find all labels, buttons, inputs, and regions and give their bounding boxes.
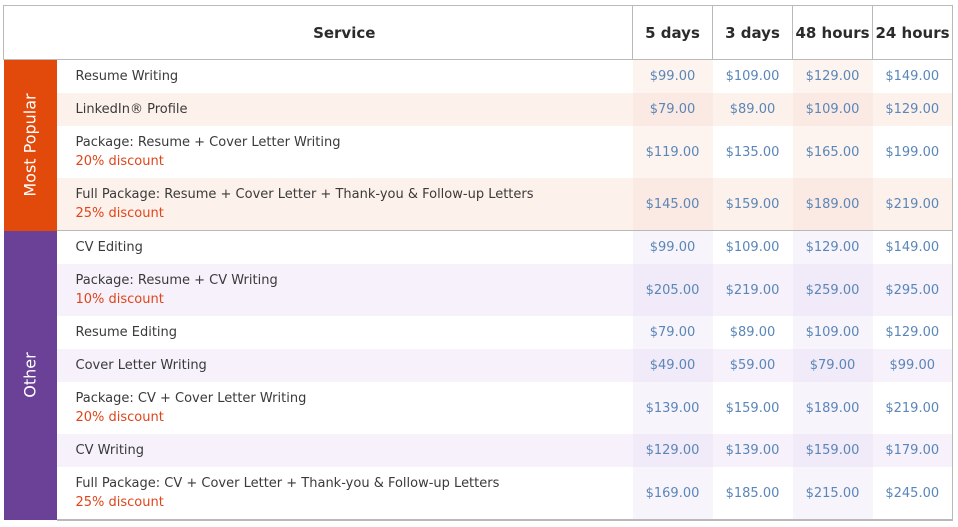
service-name: CV Editing <box>75 240 143 255</box>
price-3-days: $159.00 <box>725 400 780 416</box>
price-24-hours: $295.00 <box>872 264 953 316</box>
service-cell: Full Package: Resume + Cover Letter + Th… <box>56 178 633 231</box>
price-3-days: $109.00 <box>725 240 780 255</box>
header-24-hours: 24 hours <box>872 5 953 60</box>
price-24-hours: $199.00 <box>872 126 953 178</box>
table-row: Package: Resume + CV Writing 10% discount… <box>4 264 953 316</box>
discount-label: 20% discount <box>75 154 164 169</box>
price-5-days: $169.00 <box>632 467 713 521</box>
group-other: Other CV Editing $99.00 $109.00 $129.00 $149.… <box>3 230 953 521</box>
table-row: Package: CV + Cover Letter Writing 20% di… <box>4 382 953 434</box>
price-24-hours: $219.00 <box>872 382 953 434</box>
price-24-hours: $129.00 <box>872 93 953 126</box>
service-cell: Cover Letter Writing <box>56 349 633 382</box>
price-3-days: $159.00 <box>712 178 793 231</box>
header-5-days: 5 days <box>632 5 713 60</box>
price-48-hours: $189.00 <box>792 382 873 434</box>
header-category-blank <box>3 5 57 60</box>
pricing-table: Service 5 days 3 days 48 hours 24 hours … <box>3 5 953 521</box>
table-row: LinkedIn® Profile $79.00 $89.00 $109.00 $129… <box>4 93 953 126</box>
price-5-days: $205.00 <box>632 264 713 316</box>
price-24-hours: $245.00 <box>872 467 953 521</box>
price-3-days: $139.00 <box>712 434 793 467</box>
service-cell: CV Editing <box>57 231 633 265</box>
service-name: Package: Resume + CV Writing <box>75 273 278 288</box>
service-name: Full Package: CV + Cover Letter + Thank-… <box>75 476 500 491</box>
price-48-hours: $215.00 <box>792 467 873 521</box>
price-48-hours: $159.00 <box>792 434 873 467</box>
price-5-days: $119.00 <box>632 126 713 178</box>
service-cell: Resume Editing <box>57 316 633 349</box>
price-5-days: $99.00 <box>632 59 713 93</box>
service-name: LinkedIn® Profile <box>75 102 188 117</box>
discount-label: 20% discount <box>75 410 164 425</box>
header-service: Service <box>56 5 633 60</box>
price-3-days: $185.00 <box>712 467 793 521</box>
header-3-days: 3 days <box>712 5 793 60</box>
price-5-days: $49.00 <box>632 349 713 382</box>
service-cell: CV Writing <box>56 434 633 467</box>
discount-label: 10% discount <box>75 292 164 307</box>
price-5-days: $139.00 <box>632 382 713 434</box>
discount-label: 25% discount <box>75 206 164 221</box>
service-name: Package: Resume + Cover Letter Writing <box>75 135 341 150</box>
service-cell: LinkedIn® Profile <box>56 93 633 126</box>
category-label-cell: Most Popular <box>3 59 57 231</box>
table-row: Most Popular Resume Writing $99.00 $109.00 $… <box>3 59 953 231</box>
header-48-hours: 48 hours <box>792 5 873 60</box>
category-label: Other <box>20 352 40 398</box>
table-row: Full Package: Resume + Cover Letter + Th… <box>4 178 953 231</box>
table-header: Service 5 days 3 days 48 hours 24 hours <box>3 5 953 60</box>
price-5-days: $129.00 <box>632 434 713 467</box>
price-24-hours: $179.00 <box>872 434 953 467</box>
table-row: Other CV Editing $99.00 $109.00 $129.00 $149.… <box>3 230 953 520</box>
category-label-cell: Other <box>3 230 57 520</box>
table-row: Resume Editing $79.00 $89.00 $109.00 $129.00 <box>4 316 953 349</box>
price-48-hours: $189.00 <box>792 178 873 231</box>
service-name: Full Package: Resume + Cover Letter + Th… <box>75 187 534 202</box>
table-row: Full Package: CV + Cover Letter + Thank-… <box>4 467 953 521</box>
pricing-table-container: Service 5 days 3 days 48 hours 24 hours … <box>3 5 953 521</box>
price-3-days: $135.00 <box>725 144 780 160</box>
price-48-hours: $165.00 <box>792 126 873 178</box>
price-5-days: $79.00 <box>632 316 713 349</box>
table-row: Package: Resume + Cover Letter Writing 20… <box>4 126 953 178</box>
price-3-days: $219.00 <box>712 264 793 316</box>
service-cell: Resume Writing <box>57 60 633 94</box>
price-5-days: $79.00 <box>632 93 713 126</box>
service-cell: Full Package: CV + Cover Letter + Thank-… <box>56 467 633 521</box>
service-name: Package: CV + Cover Letter Writing <box>75 391 307 406</box>
service-cell: Package: Resume + CV Writing 10% discount <box>56 264 633 316</box>
price-48-hours: $109.00 <box>792 316 873 349</box>
group-most-popular: Most Popular Resume Writing $99.00 $109.00 $… <box>3 59 953 231</box>
table-row: CV Writing $129.00 $139.00 $159.00 $179.00 <box>4 434 953 467</box>
price-3-days: $109.00 <box>725 69 780 84</box>
price-5-days: $99.00 <box>632 230 713 264</box>
price-48-hours: $129.00 <box>792 59 873 93</box>
price-3-days: $89.00 <box>712 93 793 126</box>
price-24-hours: $129.00 <box>872 316 953 349</box>
service-name: Resume Writing <box>75 69 179 84</box>
price-3-days: $89.00 <box>729 325 776 340</box>
price-24-hours: $149.00 <box>872 59 953 93</box>
price-48-hours: $109.00 <box>792 93 873 126</box>
table-row: Cover Letter Writing $49.00 $59.00 $79.00 $9… <box>4 349 953 382</box>
service-name: Resume Editing <box>75 325 178 340</box>
price-24-hours: $99.00 <box>872 349 953 382</box>
service-name: Cover Letter Writing <box>75 358 207 373</box>
price-48-hours: $259.00 <box>792 264 873 316</box>
service-cell: Package: CV + Cover Letter Writing 20% di… <box>57 382 633 434</box>
header-row: Service 5 days 3 days 48 hours 24 hours <box>3 5 953 60</box>
price-5-days: $145.00 <box>632 178 713 231</box>
service-cell: Package: Resume + Cover Letter Writing 20… <box>57 126 633 178</box>
service-name: CV Writing <box>75 443 145 458</box>
price-24-hours: $149.00 <box>872 230 953 264</box>
price-48-hours: $129.00 <box>792 230 873 264</box>
price-3-days: $59.00 <box>712 349 793 382</box>
price-24-hours: $219.00 <box>872 178 953 231</box>
category-label: Most Popular <box>20 93 40 197</box>
price-48-hours: $79.00 <box>792 349 873 382</box>
discount-label: 25% discount <box>75 495 164 510</box>
